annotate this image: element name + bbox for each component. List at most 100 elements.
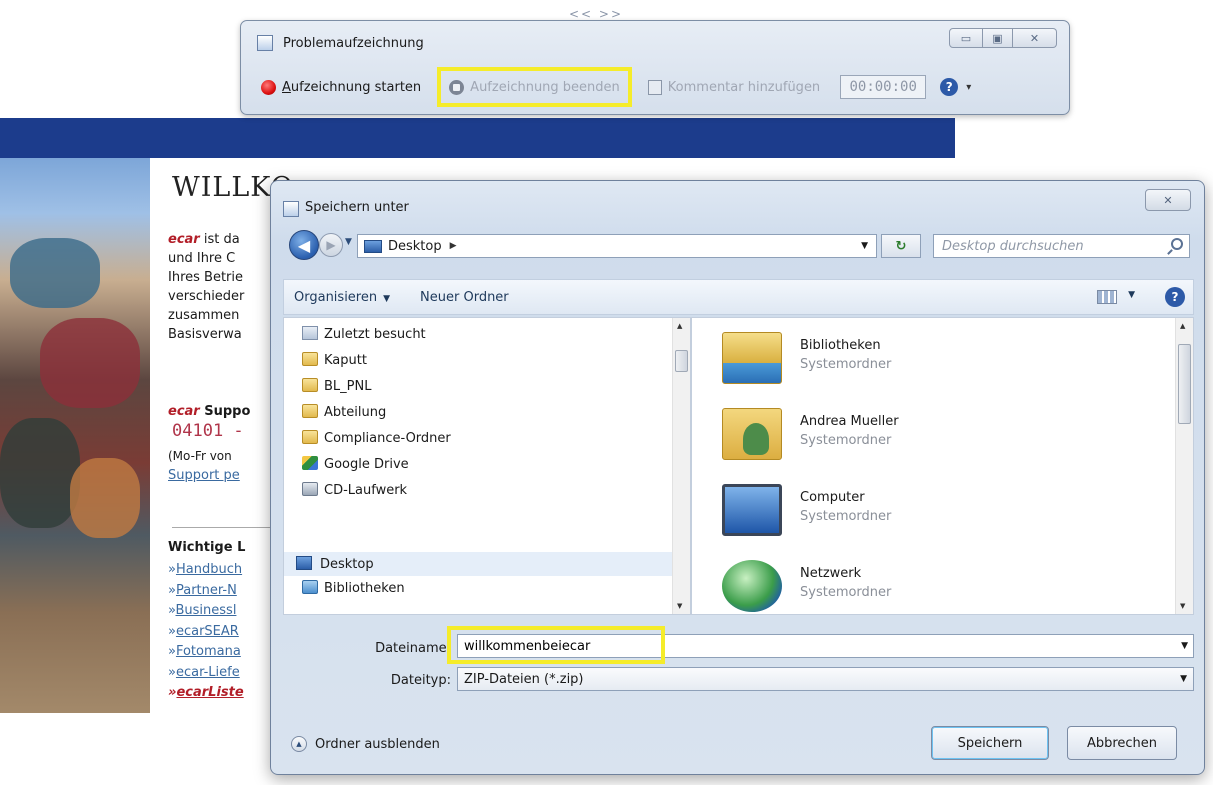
recording-timer: 00:00:00 xyxy=(840,75,927,99)
nav-item-abteilung[interactable]: Abteilung xyxy=(284,400,672,424)
path-breadcrumb[interactable]: Desktop ▶ ▼ xyxy=(357,234,877,258)
cancel-button[interactable]: Abbrechen xyxy=(1067,726,1177,760)
filetype-select[interactable]: ZIP-Dateien (*.zip) ▼ xyxy=(457,667,1194,691)
website-link[interactable]: »Handbuch xyxy=(168,560,244,581)
start-recording-button[interactable]: Aufzeichnung starten xyxy=(253,72,429,102)
file-list-scrollbar[interactable]: ▲ ▼ xyxy=(1175,318,1193,614)
list-item[interactable]: Bibliotheken Systemordner xyxy=(722,326,1142,396)
website-link[interactable]: »Businessl xyxy=(168,601,244,622)
help-icon[interactable]: ? xyxy=(1165,287,1185,307)
nav-item-recent[interactable]: Zuletzt besucht xyxy=(284,322,672,346)
chevron-down-icon[interactable]: ▼ xyxy=(1128,290,1135,300)
website-link[interactable]: »ecarListe xyxy=(168,683,244,704)
save-button[interactable]: Speichern xyxy=(931,726,1049,760)
problem-recorder-titlebar[interactable]: Problemaufzeichnung ▭ ▣ ✕ xyxy=(241,21,1069,65)
website-link[interactable]: »ecar-Liefe xyxy=(168,663,244,684)
nav-item-bl-pnl[interactable]: BL_PNL xyxy=(284,374,672,398)
scroll-down-arrow[interactable]: ▼ xyxy=(1180,602,1185,610)
stop-recording-label: Aufzeichnung beenden xyxy=(470,79,620,95)
organize-button[interactable]: Organisieren ▼ xyxy=(294,290,390,305)
hide-folders-button[interactable]: ▲ Ordner ausblenden xyxy=(291,736,440,752)
scroll-thumb[interactable] xyxy=(675,350,688,372)
recorder-toolbar: Aufzeichnung starten Aufzeichnung beende… xyxy=(253,67,1057,107)
website-support-label: ecar Suppo xyxy=(168,404,251,419)
chevron-down-icon[interactable]: ▼ xyxy=(861,241,868,251)
nav-item-cd-drive[interactable]: CD-Laufwerk xyxy=(284,478,672,502)
filename-label: Dateiname: xyxy=(375,641,451,656)
back-button[interactable]: ◀ xyxy=(289,230,319,260)
website-support-hours: (Mo-Fr von xyxy=(168,449,232,463)
search-input[interactable]: Desktop durchsuchen xyxy=(933,234,1190,258)
search-icon xyxy=(1171,238,1183,250)
save-as-dialog: Speichern unter ✕ ◀ ▶ ▼ Desktop ▶ ▼ ↻ De… xyxy=(270,180,1205,775)
nav-item-kaputt[interactable]: Kaputt xyxy=(284,348,672,372)
forward-button[interactable]: ▶ xyxy=(319,233,343,257)
nav-item-compliance[interactable]: Compliance-Ordner xyxy=(284,426,672,450)
breadcrumb-desktop[interactable]: Desktop xyxy=(388,239,442,254)
list-item[interactable]: Netzwerk Systemordner xyxy=(722,554,1142,614)
scroll-down-arrow[interactable]: ▼ xyxy=(677,602,682,610)
nav-item-google-drive[interactable]: Google Drive xyxy=(284,452,672,476)
list-item[interactable]: Computer Systemordner xyxy=(722,478,1142,548)
filename-field[interactable] xyxy=(457,634,1194,658)
new-folder-button[interactable]: Neuer Ordner xyxy=(420,290,509,305)
chevron-right-icon[interactable]: ▶ xyxy=(450,241,457,251)
website-nav-bar xyxy=(0,118,955,158)
stop-icon xyxy=(449,79,465,95)
add-comment-button[interactable]: Kommentar hinzufügen xyxy=(640,72,828,102)
folder-icon xyxy=(302,404,318,418)
recent-locations-dropdown[interactable]: ▼ xyxy=(345,237,352,247)
chevron-down-icon[interactable]: ▼ xyxy=(1181,641,1188,651)
website-link[interactable]: »Partner-N xyxy=(168,581,244,602)
user-folder-icon xyxy=(722,408,782,460)
minimize-button[interactable]: ▭ xyxy=(949,28,983,48)
website-links-title: Wichtige L xyxy=(168,540,246,555)
refresh-button[interactable]: ↻ xyxy=(881,234,921,258)
network-icon xyxy=(722,560,782,612)
website-link[interactable]: »Fotomana xyxy=(168,642,244,663)
window-title: Problemaufzeichnung xyxy=(283,36,424,51)
website-support-link[interactable]: Support pe xyxy=(168,466,240,485)
google-drive-icon xyxy=(302,456,318,470)
website-intro-text: ecar ist da und Ihre C Ihres Betrie vers… xyxy=(168,232,245,342)
website-link[interactable]: »ecarSEAR xyxy=(168,622,244,643)
recent-places-icon xyxy=(302,326,318,340)
record-icon xyxy=(261,79,276,95)
folder-icon xyxy=(302,430,318,444)
search-placeholder: Desktop durchsuchen xyxy=(942,238,1084,254)
background-pagination: << >> xyxy=(569,7,624,21)
nav-pane-scrollbar[interactable]: ▲ ▼ xyxy=(672,318,690,614)
address-bar: ◀ ▶ ▼ Desktop ▶ ▼ ↻ Desktop durchsuchen xyxy=(283,225,1194,267)
view-options-icon[interactable] xyxy=(1097,290,1117,304)
problem-recorder-window: << >> Problemaufzeichnung ▭ ▣ ✕ Aufzeich… xyxy=(240,7,1070,115)
navigation-pane: Zuletzt besucht Kaputt BL_PNL Abteilung … xyxy=(283,317,691,615)
libraries-icon xyxy=(722,332,782,384)
nav-item-desktop[interactable]: Desktop xyxy=(284,552,672,576)
command-bar: Organisieren ▼ Neuer Ordner ▼ ? xyxy=(283,279,1194,315)
filetype-label: Dateityp: xyxy=(390,673,451,688)
folder-icon xyxy=(302,378,318,392)
scroll-up-arrow[interactable]: ▲ xyxy=(1180,322,1185,330)
computer-icon xyxy=(722,484,782,536)
desktop-icon xyxy=(364,239,382,253)
stop-recording-button[interactable]: Aufzeichnung beenden xyxy=(437,67,632,107)
maximize-button[interactable]: ▣ xyxy=(983,28,1013,48)
chevron-down-icon[interactable]: ▾ xyxy=(966,82,971,93)
dialog-close-button[interactable]: ✕ xyxy=(1145,189,1191,211)
website-photo xyxy=(0,158,150,713)
file-list-pane: Bibliotheken Systemordner Andrea Mueller… xyxy=(691,317,1194,615)
dialog-app-icon xyxy=(283,201,299,217)
cd-drive-icon xyxy=(302,482,318,496)
chevron-down-icon: ▼ xyxy=(1180,674,1187,684)
scroll-thumb[interactable] xyxy=(1178,344,1191,424)
scroll-up-arrow[interactable]: ▲ xyxy=(677,322,682,330)
close-button[interactable]: ✕ xyxy=(1013,28,1057,48)
collapse-icon: ▲ xyxy=(291,736,307,752)
website-links-list: »Handbuch »Partner-N »Businessl »ecarSEA… xyxy=(168,560,244,704)
website-support-phone: 04101 - xyxy=(172,421,244,441)
website-divider xyxy=(172,527,282,528)
nav-item-libraries[interactable]: Bibliotheken xyxy=(284,576,672,600)
add-comment-label: Kommentar hinzufügen xyxy=(667,79,821,95)
help-icon[interactable]: ? xyxy=(940,78,959,96)
list-item[interactable]: Andrea Mueller Systemordner xyxy=(722,402,1142,472)
